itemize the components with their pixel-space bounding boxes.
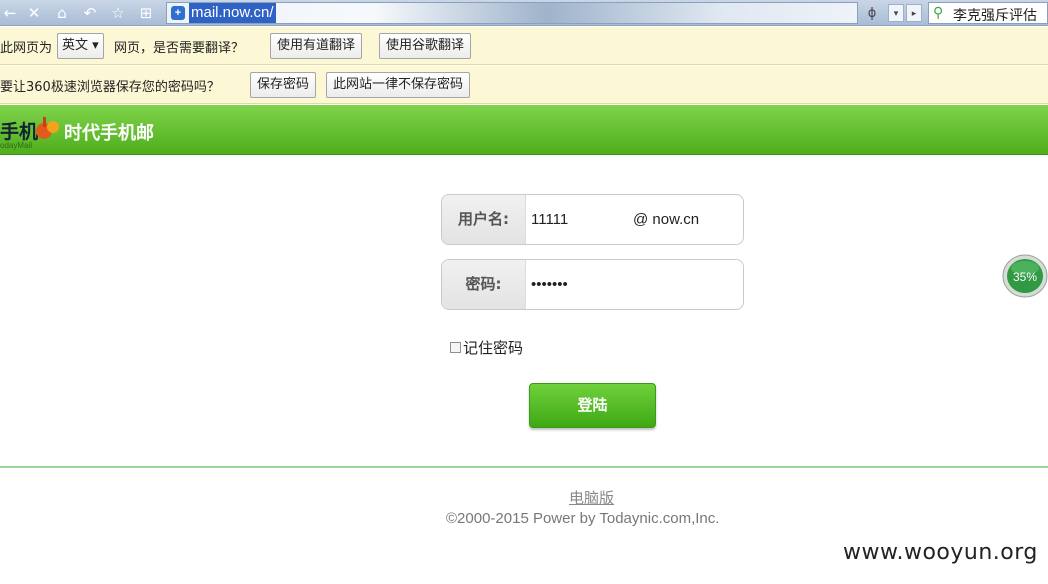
email-domain-suffix: @ now.cn bbox=[633, 211, 700, 228]
save-password-question: 要让360极速浏览器保存您的密码吗？ bbox=[0, 80, 220, 95]
browser-toolbar: ← ✕ ⌂ ↶ ☆ ⊞ + mail.now.cn/ ϕ ▾ ▸ ⚲ 李克强斥评… bbox=[0, 0, 1048, 26]
shield-icon: + bbox=[171, 6, 185, 20]
remember-password-label: 记住密码 bbox=[463, 339, 524, 357]
watermark: www.wooyun.org bbox=[843, 540, 1038, 565]
address-bar[interactable]: + mail.now.cn/ bbox=[166, 2, 858, 24]
login-button[interactable]: 登陆 bbox=[529, 383, 656, 428]
back-icon[interactable]: ← bbox=[0, 3, 20, 23]
language-select[interactable]: 英文 ▾ bbox=[57, 33, 104, 59]
remember-password[interactable]: 记住密码 bbox=[450, 337, 523, 358]
username-label: 用户名: bbox=[442, 195, 526, 244]
home-icon[interactable]: ⌂ bbox=[52, 3, 72, 23]
undo-icon[interactable]: ↶ bbox=[80, 3, 100, 23]
forward-arrow-icon[interactable]: ▸ bbox=[906, 4, 922, 22]
never-save-password-button[interactable]: 此网站一律不保存密码 bbox=[326, 72, 471, 98]
app-header: 手机 odayMail 时代手机邮 bbox=[0, 105, 1048, 155]
footer-divider bbox=[0, 466, 1048, 468]
search-icon: ⚲ bbox=[933, 5, 944, 21]
speed-badge[interactable]: 35% bbox=[1002, 254, 1048, 298]
password-label: 密码: bbox=[442, 260, 526, 309]
password-field: 密码: bbox=[441, 259, 744, 310]
dropdown-icon[interactable]: ▾ bbox=[888, 4, 904, 22]
app-title: 时代手机邮 bbox=[64, 123, 154, 144]
translate-prefix: 此网页为 bbox=[0, 41, 53, 56]
star-icon[interactable]: ☆ bbox=[108, 3, 128, 23]
remember-password-checkbox[interactable] bbox=[450, 342, 461, 353]
logo-text: 手机 bbox=[0, 121, 39, 143]
save-password-button[interactable]: 保存密码 bbox=[250, 72, 317, 98]
save-password-bar: 要让360极速浏览器保存您的密码吗？ 保存密码 此网站一律不保存密码 bbox=[0, 66, 1048, 104]
search-text[interactable]: 李克强斥评估 bbox=[953, 5, 1037, 25]
youdao-translate-button[interactable]: 使用有道翻译 bbox=[270, 33, 363, 59]
password-input[interactable] bbox=[526, 260, 743, 309]
copyright-text: ©2000-2015 Power by Todaynic.com,Inc. bbox=[446, 510, 720, 527]
logo-icon bbox=[36, 117, 59, 139]
logo-subtext: odayMail bbox=[0, 141, 33, 150]
grid-icon[interactable]: ⊞ bbox=[136, 3, 156, 23]
translate-question: 网页，是否需要翻译？ bbox=[114, 41, 245, 56]
url-text[interactable]: mail.now.cn/ bbox=[189, 3, 276, 23]
speed-badge-percent: 35% bbox=[1013, 270, 1037, 284]
translate-bar: 此网页为 英文 ▾ 网页，是否需要翻译？ 使用有道翻译 使用谷歌翻译 bbox=[0, 27, 1048, 65]
close-icon[interactable]: ✕ bbox=[24, 3, 44, 23]
desktop-version-link[interactable]: 电脑版 bbox=[569, 487, 614, 508]
lightning-icon[interactable]: ϕ bbox=[862, 3, 882, 23]
username-field: 用户名: @ now.cn bbox=[441, 194, 744, 245]
google-translate-button[interactable]: 使用谷歌翻译 bbox=[379, 33, 472, 59]
search-box[interactable]: ⚲ 李克强斥评估 bbox=[928, 2, 1048, 24]
